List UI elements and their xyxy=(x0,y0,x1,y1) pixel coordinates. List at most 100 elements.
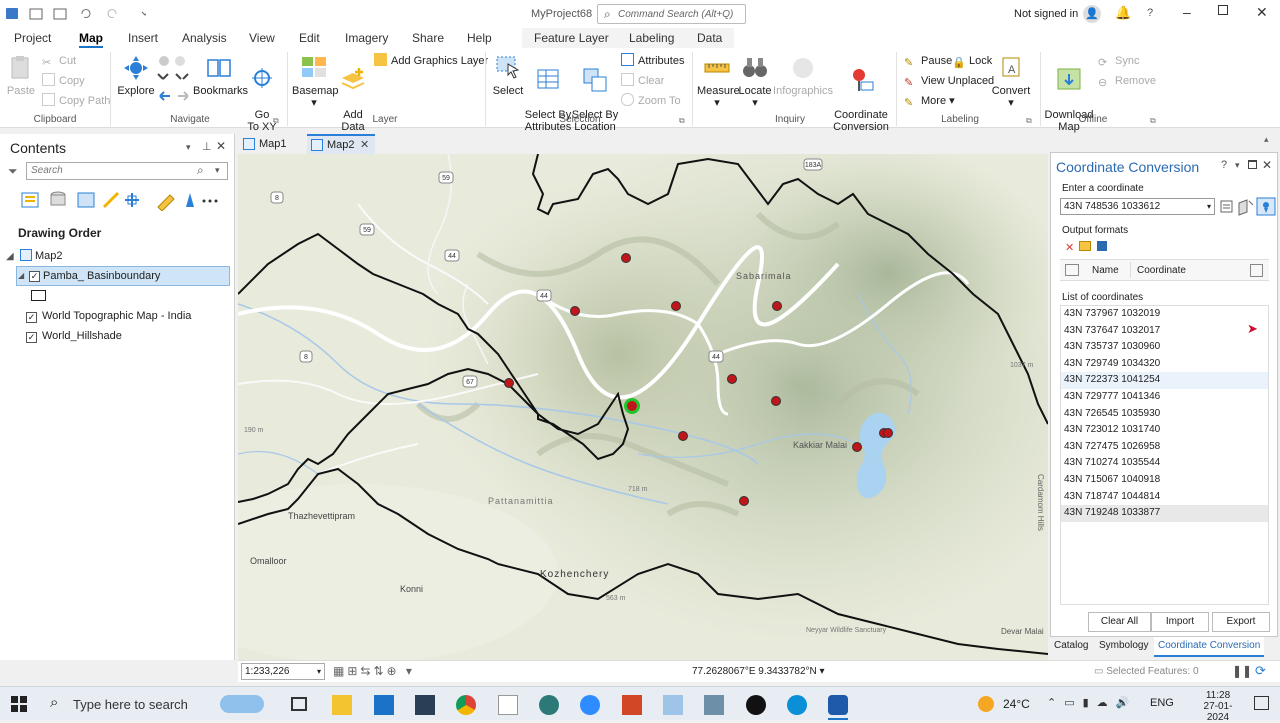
pane-options-icon[interactable]: ▾ xyxy=(186,142,191,153)
maximize-icon[interactable] xyxy=(1248,160,1257,169)
sync-button[interactable]: ⟳ Sync xyxy=(1098,53,1139,69)
open-folder-icon[interactable] xyxy=(1079,241,1091,251)
coordinate-list-item[interactable]: 43N 729749 1034320 xyxy=(1061,356,1268,373)
tab-map[interactable]: Map xyxy=(79,28,103,48)
remove-offline-button[interactable]: ⊖ Remove xyxy=(1098,73,1156,89)
coordinate-list-item[interactable]: 43N 726545 1035930 xyxy=(1061,406,1268,423)
layer-item[interactable]: ✓ World Topographic Map - India xyxy=(26,310,191,323)
coordinate-point[interactable] xyxy=(772,301,782,311)
infographics-button[interactable]: Infographics xyxy=(773,54,833,97)
contents-view-toolbar[interactable] xyxy=(20,189,220,211)
app-icon[interactable] xyxy=(704,695,724,715)
mail-icon[interactable] xyxy=(374,695,394,715)
tab-project[interactable]: Project xyxy=(14,28,51,48)
tab-symbology[interactable]: Symbology xyxy=(1099,640,1148,651)
tab-edit[interactable]: Edit xyxy=(299,28,320,48)
view-unplaced-button[interactable]: ✎ View Unplaced xyxy=(904,73,994,89)
arcgis-pro-icon[interactable] xyxy=(828,695,848,715)
export-button[interactable]: Export xyxy=(1212,612,1270,632)
snap-app-icon[interactable] xyxy=(415,695,435,715)
dialog-launcher-icon[interactable]: ⧉ xyxy=(1150,116,1156,126)
column-coordinate-header[interactable]: Coordinate xyxy=(1137,265,1186,276)
close-icon[interactable]: ✕ xyxy=(1256,4,1268,21)
pane-close-icon[interactable]: ✕ xyxy=(1262,158,1272,172)
layer-item-selected[interactable]: ◢ ✓ Pamba_ Basinboundary xyxy=(16,266,230,286)
quick-access-toolbar[interactable] xyxy=(6,7,146,21)
coordinate-point[interactable] xyxy=(771,396,781,406)
import-button[interactable]: Import xyxy=(1151,612,1209,632)
tab-imagery[interactable]: Imagery xyxy=(345,28,388,48)
qgis-icon[interactable] xyxy=(539,695,559,715)
filter-icon[interactable]: ⏷ xyxy=(8,164,18,179)
convert-labels-button[interactable]: A Convert ▾ xyxy=(990,54,1032,109)
coordinate-list-item[interactable]: 43N 735737 1030960 xyxy=(1061,339,1268,356)
coordinate-point[interactable] xyxy=(570,306,580,316)
coordinate-point[interactable] xyxy=(504,378,514,388)
dialog-launcher-icon[interactable]: ⧉ xyxy=(1026,116,1032,126)
delete-format-icon[interactable]: ✕ xyxy=(1065,241,1074,254)
help-icon[interactable]: ? xyxy=(1147,7,1153,19)
highlighted-coordinate-point[interactable] xyxy=(624,398,640,414)
pane-options-icon[interactable]: ▾ xyxy=(1235,160,1240,171)
signin-status[interactable]: Not signed in xyxy=(1014,8,1078,20)
windows-start-icon[interactable] xyxy=(11,696,27,712)
map-node-label[interactable]: Map2 xyxy=(35,250,63,262)
taskbar-search-box[interactable]: ⌕ Type here to search xyxy=(40,687,270,721)
tab-catalog[interactable]: Catalog xyxy=(1054,640,1088,651)
pause-labels-button[interactable]: ✎ Pause xyxy=(904,53,952,69)
tab-coordinate-conversion[interactable]: Coordinate Conversion xyxy=(1154,637,1265,657)
measure-button[interactable]: Measure ▾ xyxy=(697,54,740,109)
language-indicator[interactable]: ENG xyxy=(1150,697,1174,709)
notifications-icon[interactable]: 🔔 xyxy=(1115,5,1131,21)
navigate-small-tools-icon[interactable] xyxy=(156,52,192,108)
powerpoint-icon[interactable] xyxy=(622,695,642,715)
locate-button[interactable]: Locate ▾ xyxy=(737,54,773,109)
select-button[interactable]: Select xyxy=(491,54,525,97)
help-icon[interactable]: ? xyxy=(1221,159,1227,171)
tab-data[interactable]: Data xyxy=(697,28,722,48)
coordinate-point[interactable] xyxy=(678,431,688,441)
layer-visibility-checkbox[interactable]: ✓ xyxy=(29,271,40,282)
coordinate-list-item[interactable]: 43N 719248 1033877 xyxy=(1061,505,1268,522)
tab-view[interactable]: View xyxy=(249,28,275,48)
copy-all-icon[interactable] xyxy=(1250,264,1263,277)
polygon-symbol-icon[interactable] xyxy=(31,290,46,301)
collapse-ribbon-icon[interactable]: ▴ xyxy=(1264,134,1269,145)
coordinate-conversion-button[interactable]: Coordinate Conversion xyxy=(833,54,889,133)
explore-button[interactable]: Explore xyxy=(117,54,155,97)
clock[interactable]: 11:28 27-01-2024 xyxy=(1193,690,1243,723)
file-explorer-icon[interactable] xyxy=(332,695,352,715)
tab-close-icon[interactable]: ✕ xyxy=(360,138,369,151)
coordinate-list-item[interactable]: 43N 718747 1044814 xyxy=(1061,489,1268,506)
attributes-button[interactable]: Attributes xyxy=(621,53,684,69)
add-graphics-layer-button[interactable]: Add Graphics Layer xyxy=(374,53,488,69)
coordinate-point[interactable] xyxy=(727,374,737,384)
app-icon[interactable] xyxy=(663,695,683,715)
minimize-icon[interactable]: – xyxy=(1183,4,1191,20)
coordinate-list-item[interactable]: 43N 723012 1031740 xyxy=(1061,422,1268,439)
coordinate-list-item[interactable]: 43N 729777 1041346 xyxy=(1061,389,1268,406)
coordinate-list-item[interactable]: 43N 727475 1026958 xyxy=(1061,439,1268,456)
basemap-button[interactable]: Basemap ▾ xyxy=(292,54,338,109)
layer-visibility-checkbox[interactable]: ✓ xyxy=(26,332,37,343)
notification-center-icon[interactable] xyxy=(1254,696,1269,710)
restore-icon[interactable] xyxy=(1218,5,1228,15)
user-avatar-icon[interactable]: 👤 xyxy=(1083,5,1101,23)
command-search-input[interactable]: ⌕ Command Search (Alt+Q) xyxy=(597,4,746,24)
pin-icon[interactable]: ⊥ xyxy=(202,140,212,153)
pane-close-icon[interactable]: ✕ xyxy=(216,139,226,153)
paste-button[interactable]: Paste xyxy=(6,54,36,97)
tab-analysis[interactable]: Analysis xyxy=(182,28,227,48)
layer-item[interactable]: ✓ World_Hillshade xyxy=(26,330,122,343)
tab-help[interactable]: Help xyxy=(467,28,492,48)
tab-share[interactable]: Share xyxy=(412,28,444,48)
coordinate-point[interactable] xyxy=(621,253,631,263)
cut-button[interactable]: ✂ Cut xyxy=(42,53,76,69)
map-nav-tools-icon[interactable]: ▦⊞⇆⇅⊕ ▾ xyxy=(333,664,415,678)
layer-visibility-checkbox[interactable]: ✓ xyxy=(26,312,37,323)
task-view-icon[interactable] xyxy=(291,697,307,711)
pause-drawing-icon[interactable]: ❚❚ xyxy=(1232,664,1252,678)
map-view[interactable]: 183A 59 8 59 44 44 44 67 8 Sabarimala Pa… xyxy=(238,154,1048,660)
clear-selection-button[interactable]: Clear xyxy=(621,73,664,89)
coordinate-point[interactable] xyxy=(739,496,749,506)
